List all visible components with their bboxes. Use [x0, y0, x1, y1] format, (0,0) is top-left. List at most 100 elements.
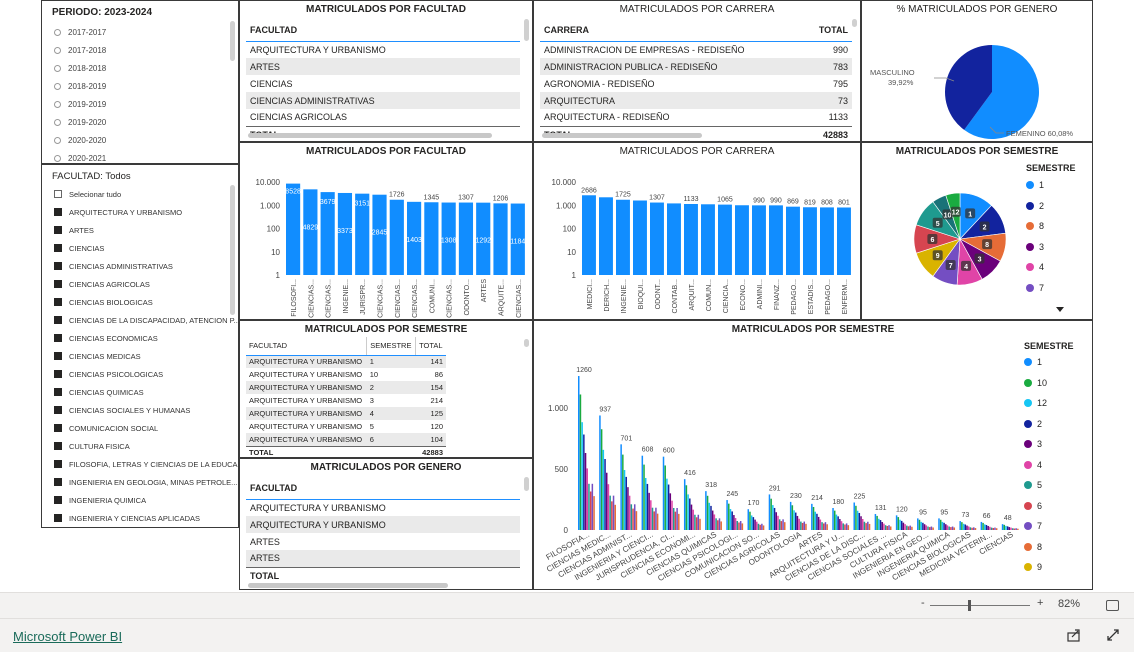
facultad-option[interactable]: ARQUITECTURA Y URBANISMO: [54, 203, 238, 221]
legend-item[interactable]: 10: [1024, 373, 1074, 394]
periodo-slicer[interactable]: PERIODO: 2023-2024 2017-2017 2017-2018 201…: [41, 0, 239, 164]
column-bar[interactable]: [667, 484, 670, 530]
column-bar[interactable]: [842, 523, 844, 530]
periodo-option[interactable]: 2017-2018: [54, 41, 238, 59]
periodo-scrollbar[interactable]: [230, 21, 235, 61]
column-bar[interactable]: [858, 512, 861, 530]
column-bar[interactable]: [697, 514, 700, 530]
col-facultad[interactable]: FACULTAD: [246, 19, 520, 42]
zoom-slider[interactable]: [930, 605, 1030, 606]
periodo-option[interactable]: 2019-2020: [54, 113, 238, 131]
column-bar[interactable]: [706, 495, 709, 530]
table-hscrollbar[interactable]: [542, 133, 702, 138]
column-bar[interactable]: [973, 527, 975, 530]
column-bar[interactable]: [884, 525, 887, 530]
legend-item[interactable]: 6: [1024, 496, 1074, 517]
col-header[interactable]: FACULTAD: [246, 337, 367, 356]
facultad-option[interactable]: INGENIERIA EN GEOLOGIA, MINAS PETROLE...: [54, 473, 238, 491]
column-bar[interactable]: [938, 518, 940, 530]
column-bar[interactable]: [715, 518, 717, 530]
column-bar[interactable]: [900, 520, 903, 530]
column-bar[interactable]: [759, 524, 761, 530]
column-bar[interactable]: [798, 518, 800, 530]
column-bar[interactable]: [874, 513, 877, 530]
column-bar[interactable]: [650, 500, 652, 530]
column-bar[interactable]: [583, 434, 585, 530]
column-bar[interactable]: [586, 468, 589, 530]
column-bar[interactable]: [699, 518, 701, 530]
column-bar[interactable]: [588, 483, 590, 530]
column-bar[interactable]: [768, 494, 771, 530]
column-bar[interactable]: [821, 522, 823, 530]
column-bar[interactable]: [816, 513, 818, 530]
column-bar[interactable]: [646, 483, 649, 530]
bar[interactable]: [389, 199, 404, 275]
column-bar[interactable]: [770, 498, 772, 530]
column-bar[interactable]: [641, 455, 644, 530]
column-bar[interactable]: [814, 511, 816, 530]
column-bar[interactable]: [791, 505, 794, 530]
facultad-option[interactable]: FILOSOFIA, LETRAS Y CIENCIAS DE LA EDUCA…: [54, 455, 238, 473]
column-bar[interactable]: [939, 519, 942, 530]
column-bar[interactable]: [728, 503, 730, 530]
facultad-option[interactable]: COMUNICACION SOCIAL: [54, 419, 238, 437]
column-bar[interactable]: [868, 523, 871, 530]
column-bar[interactable]: [773, 507, 776, 530]
fullscreen-icon[interactable]: [1106, 628, 1120, 642]
legend-item[interactable]: 1: [1024, 352, 1074, 373]
bar[interactable]: [718, 204, 732, 275]
share-icon[interactable]: [1067, 628, 1081, 642]
periodo-option[interactable]: 2018-2019: [54, 77, 238, 95]
column-bar[interactable]: [750, 515, 753, 530]
legend-item[interactable]: 8: [1026, 216, 1076, 237]
column-bar[interactable]: [840, 521, 843, 530]
column-bar[interactable]: [860, 516, 862, 530]
facultad-option[interactable]: CIENCIAS: [54, 239, 238, 257]
column-bar[interactable]: [1006, 526, 1009, 530]
column-bar[interactable]: [780, 521, 783, 530]
column-bar[interactable]: [1001, 524, 1004, 530]
bar[interactable]: [667, 203, 681, 275]
column-bar[interactable]: [969, 527, 972, 530]
column-bar[interactable]: [666, 478, 668, 530]
column-bar[interactable]: [711, 510, 714, 530]
column-bar[interactable]: [604, 458, 606, 530]
zoom-out-button[interactable]: -: [921, 597, 925, 609]
table-scrollbar[interactable]: [524, 19, 529, 41]
powerbi-link[interactable]: Microsoft Power BI: [13, 629, 122, 644]
column-bar[interactable]: [796, 515, 799, 530]
column-bar[interactable]: [749, 511, 751, 530]
periodo-option[interactable]: 2017-2017: [54, 23, 238, 41]
column-bar[interactable]: [761, 523, 763, 530]
column-bar[interactable]: [620, 444, 622, 530]
column-bar[interactable]: [655, 507, 657, 530]
column-bar[interactable]: [607, 484, 610, 530]
col-facultad[interactable]: FACULTAD: [246, 477, 520, 500]
column-bar[interactable]: [824, 522, 827, 530]
legend-item[interactable]: 7: [1024, 516, 1074, 537]
column-bar[interactable]: [895, 515, 898, 530]
column-bar[interactable]: [747, 509, 750, 530]
column-bar[interactable]: [845, 523, 848, 530]
column-bar[interactable]: [705, 491, 707, 530]
column-bar[interactable]: [591, 483, 594, 530]
column-bar[interactable]: [754, 519, 756, 530]
column-bar[interactable]: [632, 508, 634, 530]
column-bar[interactable]: [739, 521, 742, 530]
column-bar[interactable]: [630, 504, 633, 530]
column-bar[interactable]: [612, 495, 615, 530]
bar[interactable]: [837, 207, 851, 275]
legend-item[interactable]: 9: [1024, 557, 1074, 578]
column-bar[interactable]: [731, 511, 733, 530]
legend-scroll-down-icon[interactable]: [1056, 307, 1064, 312]
facultad-option[interactable]: CIENCIAS AGRICOLAS: [54, 275, 238, 293]
facultad-scrollbar[interactable]: [230, 185, 235, 315]
column-bar[interactable]: [609, 495, 611, 530]
column-bar[interactable]: [994, 527, 996, 530]
column-bar[interactable]: [897, 517, 900, 530]
column-bar[interactable]: [676, 508, 678, 530]
column-bar[interactable]: [927, 526, 929, 530]
facultad-option[interactable]: ARTES: [54, 221, 238, 239]
legend-item[interactable]: 5: [1024, 475, 1074, 496]
column-bar[interactable]: [819, 519, 822, 530]
